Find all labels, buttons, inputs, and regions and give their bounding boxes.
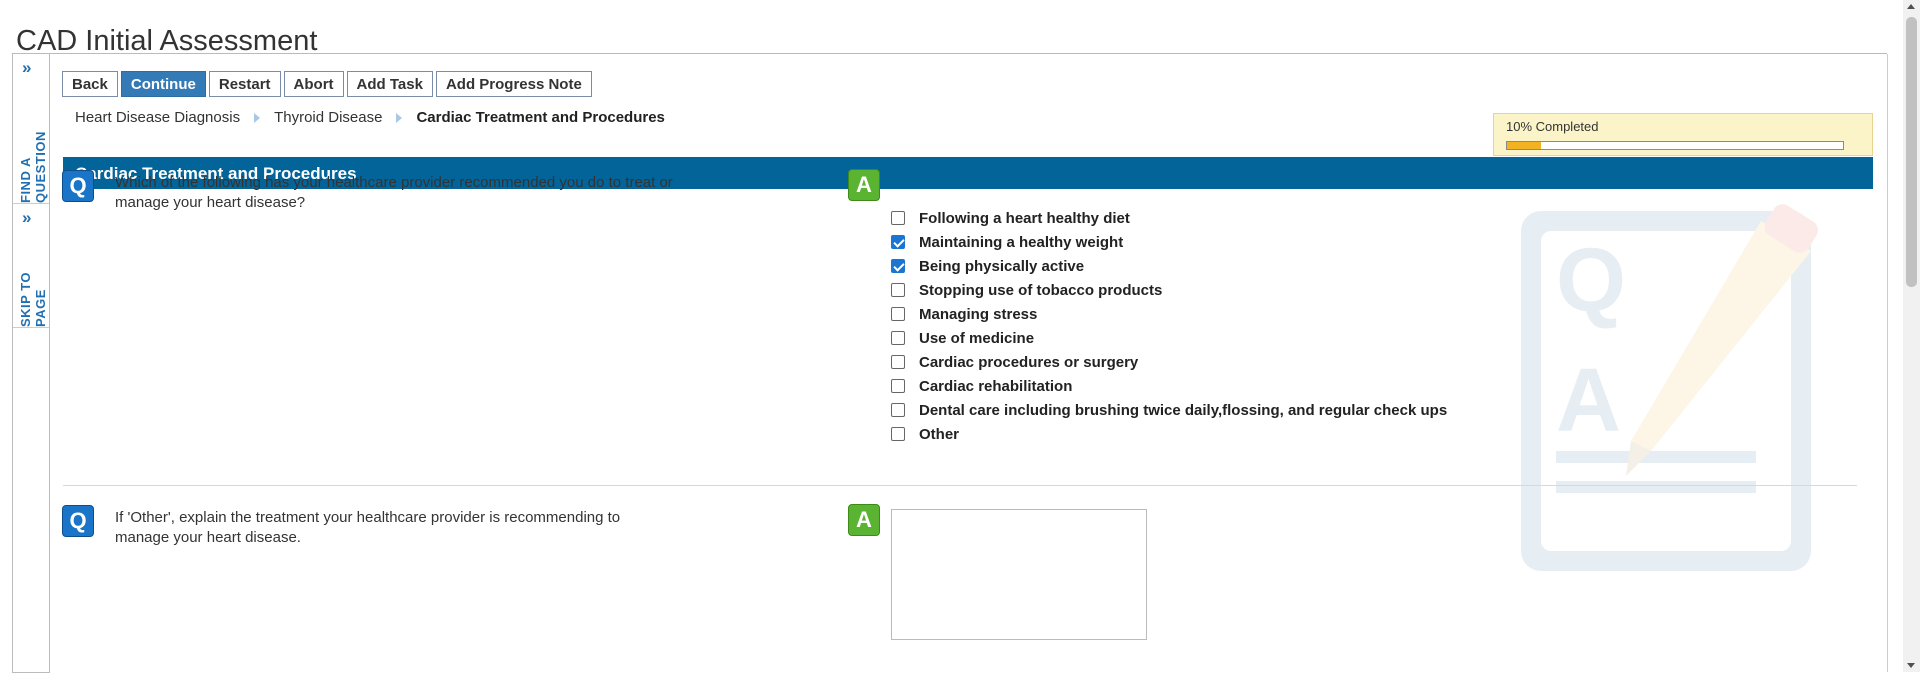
breadcrumb-item-thyroid-disease[interactable]: Thyroid Disease <box>274 109 382 126</box>
option-dental-care[interactable]: Dental care including brushing twice dai… <box>891 398 1447 422</box>
option-label: Following a heart healthy diet <box>919 209 1130 227</box>
option-label: Cardiac rehabilitation <box>919 377 1073 395</box>
question-icon: Q <box>62 505 94 537</box>
checkbox[interactable] <box>891 427 905 441</box>
toolbar: Back Continue Restart Abort Add Task Add… <box>62 71 592 97</box>
option-label: Other <box>919 425 960 443</box>
chevrons-right-icon: » <box>22 58 32 77</box>
option-cardiac-procedures[interactable]: Cardiac procedures or surgery <box>891 350 1447 374</box>
svg-text:Q: Q <box>1556 231 1626 331</box>
add-progress-note-button[interactable]: Add Progress Note <box>435 71 592 97</box>
skip-to-page-label: SKIP TO PAGE <box>18 271 48 327</box>
checkbox[interactable] <box>891 355 905 369</box>
option-use-of-medicine[interactable]: Use of medicine <box>891 326 1447 350</box>
option-cardiac-rehabilitation[interactable]: Cardiac rehabilitation <box>891 374 1447 398</box>
answer-icon: A <box>848 169 880 201</box>
question-1-options: Following a heart healthy diet Maintaini… <box>891 206 1447 446</box>
question-divider <box>63 485 1857 486</box>
abort-button[interactable]: Abort <box>283 71 344 97</box>
answer-icon: A <box>848 504 880 536</box>
option-healthy-weight[interactable]: Maintaining a healthy weight <box>891 230 1447 254</box>
checkbox[interactable] <box>891 379 905 393</box>
assessment-content: Back Continue Restart Abort Add Task Add… <box>49 54 1888 672</box>
checkbox[interactable] <box>891 331 905 345</box>
continue-button[interactable]: Continue <box>120 71 206 97</box>
checkbox[interactable] <box>891 307 905 321</box>
question-2-text: If 'Other', explain the treatment your h… <box>115 509 621 546</box>
option-label: Managing stress <box>919 305 1038 323</box>
breadcrumb-separator-icon <box>396 112 403 123</box>
restart-button[interactable]: Restart <box>208 71 281 97</box>
option-physically-active[interactable]: Being physically active <box>891 254 1447 278</box>
vertical-scrollbar[interactable] <box>1903 0 1920 672</box>
checkbox[interactable] <box>891 283 905 297</box>
option-label: Maintaining a healthy weight <box>919 233 1124 251</box>
breadcrumb-separator-icon <box>254 112 261 123</box>
scroll-down-arrow-icon[interactable] <box>1907 663 1915 668</box>
find-a-question-tab[interactable]: » FIND A QUESTION <box>13 54 49 204</box>
find-a-question-label: FIND A QUESTION <box>18 131 48 203</box>
checkbox[interactable] <box>891 259 905 273</box>
option-label: Dental care including brushing twice dai… <box>919 401 1448 419</box>
add-task-button[interactable]: Add Task <box>346 71 433 97</box>
breadcrumb-item-heart-disease-diagnosis[interactable]: Heart Disease Diagnosis <box>75 109 240 126</box>
progress-track <box>1506 141 1844 150</box>
option-managing-stress[interactable]: Managing stress <box>891 302 1447 326</box>
option-stop-tobacco[interactable]: Stopping use of tobacco products <box>891 278 1447 302</box>
progress-fill <box>1507 142 1541 149</box>
qa-watermark-icon: Q A <box>1521 204 1818 571</box>
scroll-up-arrow-icon[interactable] <box>1907 4 1915 9</box>
option-other[interactable]: Other <box>891 422 1447 446</box>
option-label: Being physically active <box>919 257 1085 275</box>
checkbox[interactable] <box>891 403 905 417</box>
svg-text:A: A <box>1556 351 1621 451</box>
progress-indicator: 10% Completed <box>1493 113 1873 156</box>
breadcrumb: Heart Disease Diagnosis Thyroid Disease … <box>75 109 665 126</box>
question-1-text: Which of the following has your healthca… <box>115 174 673 211</box>
side-panel: » FIND A QUESTION » SKIP TO PAGE <box>12 54 50 673</box>
option-heart-healthy-diet[interactable]: Following a heart healthy diet <box>891 206 1447 230</box>
checkbox[interactable] <box>891 211 905 225</box>
back-button[interactable]: Back <box>62 71 118 97</box>
progress-label: 10% Completed <box>1506 119 1599 134</box>
question-icon: Q <box>62 170 94 202</box>
checkbox[interactable] <box>891 235 905 249</box>
option-label: Stopping use of tobacco products <box>919 281 1163 299</box>
breadcrumb-item-current: Cardiac Treatment and Procedures <box>416 109 665 126</box>
option-label: Cardiac procedures or surgery <box>919 353 1139 371</box>
chevrons-right-icon: » <box>22 208 32 227</box>
skip-to-page-tab[interactable]: » SKIP TO PAGE <box>13 204 49 328</box>
scrollbar-thumb[interactable] <box>1906 17 1917 287</box>
other-explanation-input[interactable] <box>891 509 1147 640</box>
option-label: Use of medicine <box>919 329 1035 347</box>
